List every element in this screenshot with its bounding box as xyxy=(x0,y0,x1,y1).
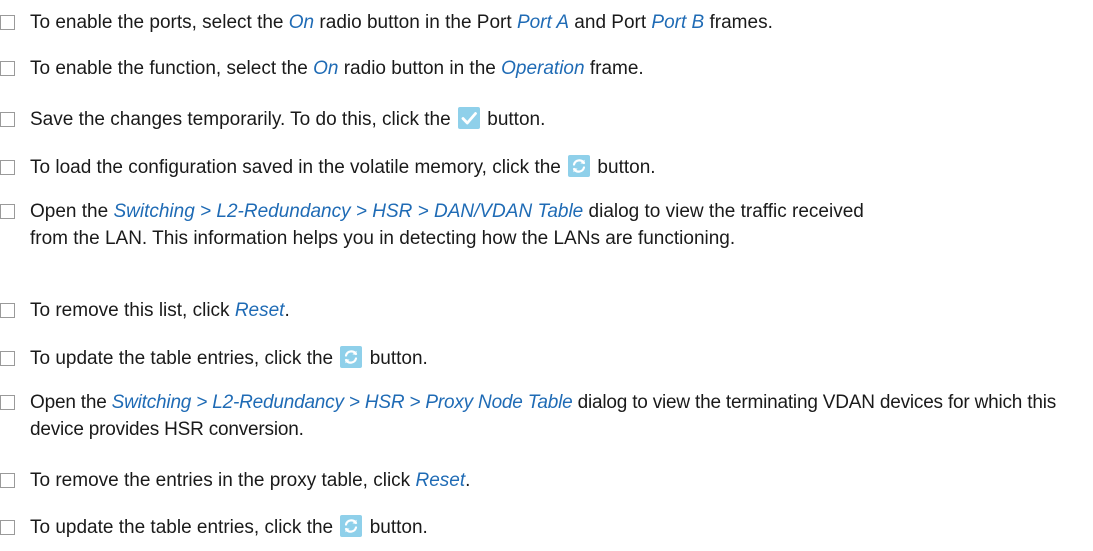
emphasis-reset: Reset xyxy=(415,470,466,491)
step-text: Open the Switching > L2-Redundancy > HSR… xyxy=(30,392,1057,440)
instruction-list: To enable the ports, select the On radio… xyxy=(0,0,1093,551)
emphasis-dialog-path: Switching > L2-Redundancy > HSR > DAN/VD… xyxy=(113,201,584,222)
list-item: To load the configuration saved in the v… xyxy=(0,154,1093,181)
checkbox-icon xyxy=(0,520,15,535)
emphasis-port-b: Port B xyxy=(651,12,705,33)
step-text: To remove the entries in the proxy table… xyxy=(30,470,471,491)
step-text: Save the changes temporarily. To do this… xyxy=(30,107,546,130)
step-text: To load the configuration saved in the v… xyxy=(30,155,656,178)
checkbox-icon xyxy=(0,61,15,76)
checkbox-icon xyxy=(0,473,15,488)
checkmark-icon xyxy=(457,107,480,129)
checkbox-icon xyxy=(0,395,15,410)
checkbox-icon xyxy=(0,160,15,175)
checkbox-icon xyxy=(0,351,15,366)
emphasis-on: On xyxy=(313,58,339,79)
checkbox-icon xyxy=(0,15,15,30)
step-text: To update the table entries, click the b… xyxy=(30,346,428,369)
checkbox-icon xyxy=(0,112,15,127)
step-text: To update the table entries, click the b… xyxy=(30,515,428,538)
emphasis-on: On xyxy=(288,12,315,33)
step-text: To enable the function, select the On ra… xyxy=(30,58,644,79)
emphasis-dialog-path: Switching > L2-Redundancy > HSR > Proxy … xyxy=(111,392,573,413)
emphasis-reset: Reset xyxy=(234,300,285,321)
emphasis-operation: Operation xyxy=(501,58,585,79)
list-item: To update the table entries, click the b… xyxy=(0,514,1093,541)
checkbox-icon xyxy=(0,303,15,318)
list-item: Save the changes temporarily. To do this… xyxy=(0,106,1093,133)
emphasis-port-a: Port A xyxy=(516,12,570,33)
list-item: Open the Switching > L2-Redundancy > HSR… xyxy=(0,389,1093,443)
step-text: To remove this list, click Reset. xyxy=(30,300,290,321)
step-text: Open the Switching > L2-Redundancy > HSR… xyxy=(30,201,864,249)
list-item: To enable the ports, select the On radio… xyxy=(0,9,1093,36)
refresh-icon xyxy=(340,515,363,537)
list-item: Open the Switching > L2-Redundancy > HSR… xyxy=(0,198,890,252)
list-item: To enable the function, select the On ra… xyxy=(0,55,1093,82)
list-item: To remove this list, click Reset. xyxy=(0,297,1093,324)
list-item: To update the table entries, click the b… xyxy=(0,345,1093,372)
checkbox-icon xyxy=(0,204,15,219)
refresh-icon xyxy=(340,346,363,368)
refresh-icon xyxy=(568,155,591,177)
list-item: To remove the entries in the proxy table… xyxy=(0,467,1093,494)
step-text: To enable the ports, select the On radio… xyxy=(30,12,773,33)
